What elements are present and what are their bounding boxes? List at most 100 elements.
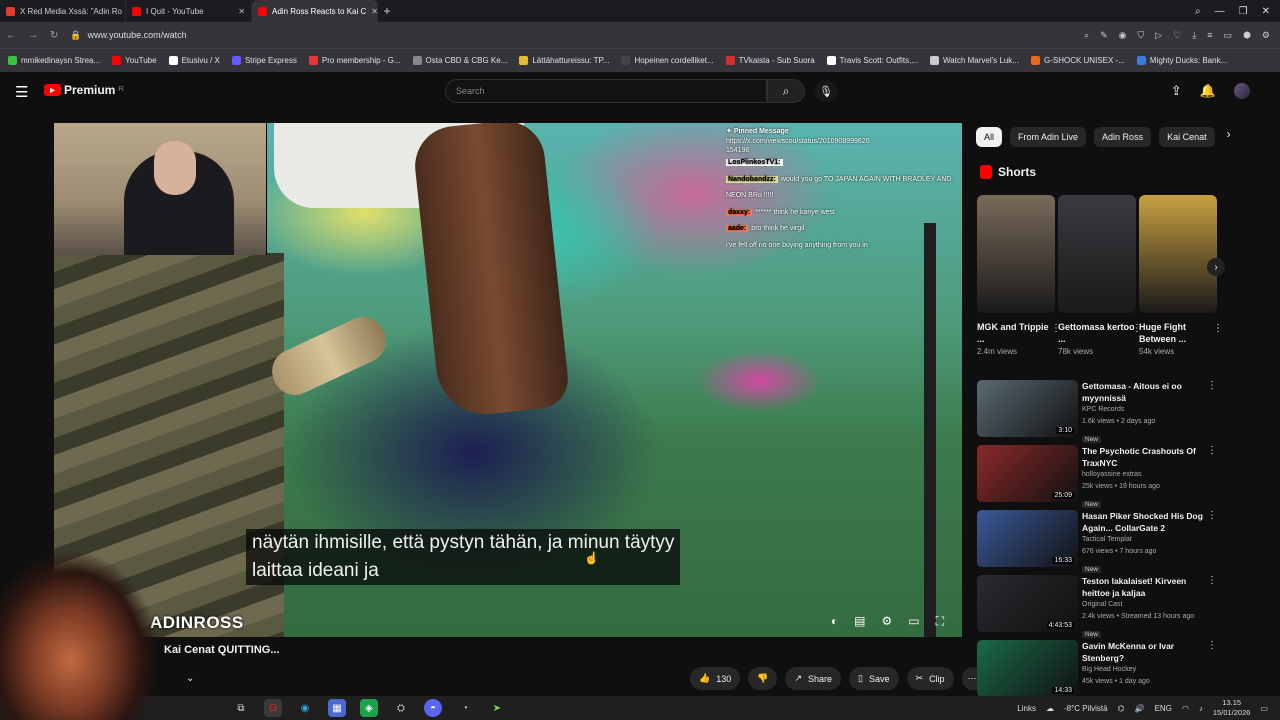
- captions-icon[interactable]: ▤: [854, 614, 865, 629]
- volume-icon[interactable]: 🔊: [1135, 704, 1145, 713]
- browser-tab[interactable]: X Red Media Xssä: "Adin Ro ✕: [0, 0, 126, 22]
- language-indicator[interactable]: ENG: [1155, 704, 1172, 713]
- avatar[interactable]: [1234, 83, 1250, 99]
- spotify-like-app-icon[interactable]: ◈: [360, 699, 378, 717]
- bookmark-item[interactable]: TVkaista - Sub Suora: [725, 56, 815, 65]
- url-field[interactable]: 🔒 www.youtube.com/watch: [70, 30, 1072, 41]
- recommendation-item[interactable]: 4:43:53 Teston lakalaiset! Kirveen heitto…: [977, 575, 1217, 638]
- bookmark-item[interactable]: Watch Marvel's Luk...: [930, 56, 1019, 65]
- recommendation-item[interactable]: 3:10 Gettomasa - Aitous ei oo myynnissä KP…: [977, 380, 1217, 443]
- minimize-icon[interactable]: —: [1215, 6, 1225, 17]
- recommendation-item[interactable]: 14:33 Gavin McKenna or Ivar Stenberg? Big …: [977, 640, 1217, 698]
- recommendation-item[interactable]: 16:33 Hasan Piker Shocked His Dog Again..…: [977, 510, 1217, 573]
- bookmark-item[interactable]: Travis Scott: Outfits,...: [826, 56, 918, 65]
- steam-icon[interactable]: ◔: [456, 699, 474, 717]
- channel-name[interactable]: holloyassine extras: [1082, 469, 1207, 481]
- weather-text[interactable]: -8°C Pilvistä: [1064, 704, 1108, 713]
- filter-chip[interactable]: Adin Ross: [1094, 127, 1152, 147]
- channel-name[interactable]: Original Cast: [1082, 599, 1207, 611]
- short-card[interactable]: MGK and Trippie ... 2.4m views ⋮: [977, 195, 1061, 356]
- menu-icon[interactable]: ≡: [1207, 30, 1212, 41]
- dislike-button[interactable]: 👎: [748, 667, 778, 690]
- bookmark-item[interactable]: Lättähattureissu: TP...: [519, 56, 609, 65]
- more-vert-icon[interactable]: ⋮: [1207, 510, 1217, 521]
- channel-name[interactable]: Tactical Templar: [1082, 534, 1207, 546]
- clock[interactable]: 13.15 15/01/2026: [1213, 698, 1251, 718]
- hamburger-menu-icon[interactable]: ☰: [15, 83, 28, 101]
- bookmark-item[interactable]: Osta CBD & CBG Ke...: [412, 56, 507, 65]
- notifications-icon[interactable]: ▭: [1260, 704, 1268, 713]
- bookmark-item[interactable]: YouTube: [112, 56, 157, 65]
- video-thumbnail[interactable]: 25:09: [977, 445, 1078, 502]
- filter-chip[interactable]: All: [976, 127, 1003, 147]
- upload-icon[interactable]: ⇪: [1171, 83, 1182, 99]
- bell-icon[interactable]: 🔔: [1200, 83, 1216, 99]
- video-title-link[interactable]: Hasan Piker Shocked His Dog Again... Col…: [1082, 510, 1207, 534]
- youtube-logo[interactable]: ▶ Premium FI: [44, 83, 124, 97]
- chevron-right-icon[interactable]: ›: [1227, 127, 1231, 147]
- short-thumbnail[interactable]: [1058, 195, 1136, 313]
- settings-gear-icon[interactable]: ⚙: [881, 614, 892, 629]
- bookmark-item[interactable]: Pro membership - G...: [308, 56, 401, 65]
- more-vert-icon[interactable]: ⋮: [1213, 323, 1223, 334]
- voice-search-button[interactable]: 🎙: [815, 80, 837, 102]
- settings-app-icon[interactable]: ⛭: [392, 699, 410, 717]
- task-view-icon[interactable]: ⧉: [232, 699, 250, 717]
- video-title-link[interactable]: Gavin McKenna or Ivar Stenberg?: [1082, 640, 1207, 664]
- office-icon[interactable]: ▦: [328, 699, 346, 717]
- extension-icon[interactable]: ⬢: [1243, 30, 1251, 41]
- wifi-icon[interactable]: ◠: [1182, 704, 1189, 713]
- share-button[interactable]: ↗ Share: [785, 667, 842, 690]
- links-label[interactable]: Links: [1017, 704, 1036, 713]
- bookmark-item[interactable]: Hopeinen cordelliket...: [621, 56, 714, 65]
- maximize-icon[interactable]: ❐: [1239, 6, 1248, 17]
- browser-tab[interactable]: I Quit - YouTube ✕: [126, 0, 252, 22]
- filter-chip[interactable]: Kai Cenat: [1159, 127, 1215, 147]
- search-button[interactable]: ⌕: [767, 79, 805, 103]
- clip-button[interactable]: ✂ Clip: [906, 667, 954, 690]
- discord-icon[interactable]: ◓: [424, 699, 442, 717]
- video-thumbnail[interactable]: 14:33: [977, 640, 1078, 697]
- edit-icon[interactable]: ✎: [1100, 30, 1108, 41]
- close-window-icon[interactable]: ✕: [1262, 6, 1270, 17]
- more-vert-icon[interactable]: ⋮: [1207, 640, 1217, 651]
- save-button[interactable]: ▯ Save: [849, 667, 899, 690]
- forward-icon[interactable]: →: [28, 30, 38, 41]
- search-input[interactable]: Search: [445, 79, 767, 103]
- play-icon[interactable]: ▷: [1155, 30, 1162, 41]
- battery-icon[interactable]: ▭: [1224, 30, 1233, 41]
- bookmark-item[interactable]: mmikedinaysn Strea...: [8, 56, 100, 65]
- bookmark-item[interactable]: Stripe Express: [231, 56, 297, 65]
- browser-tab-active[interactable]: Adin Ross Reacts to Kai C ✕: [252, 0, 378, 22]
- zoom-icon[interactable]: ⌕: [1084, 30, 1089, 41]
- video-thumbnail[interactable]: 3:10: [977, 380, 1078, 437]
- autoplay-toggle-icon[interactable]: ◐: [831, 614, 838, 629]
- channel-name[interactable]: KPC Records: [1082, 404, 1207, 416]
- like-button[interactable]: 👍 130: [690, 667, 741, 690]
- filter-chip[interactable]: From Adin Live: [1010, 127, 1087, 147]
- fullscreen-icon[interactable]: ⛶: [936, 614, 944, 629]
- camera-icon[interactable]: ◉: [1119, 30, 1127, 41]
- shield-icon[interactable]: ⛉: [1138, 30, 1145, 41]
- bookmark-item[interactable]: G-SHOCK UNISEX -...: [1030, 56, 1125, 65]
- reload-icon[interactable]: ↻: [50, 30, 58, 41]
- opera-browser-icon[interactable]: O: [264, 699, 282, 717]
- settings-icon[interactable]: ⚙: [1262, 30, 1270, 41]
- edge-browser-icon[interactable]: ◉: [296, 699, 314, 717]
- theater-mode-icon[interactable]: ▭: [908, 614, 919, 629]
- short-card[interactable]: Huge Fight Between ... 54k views ⋮: [1139, 195, 1223, 356]
- short-card[interactable]: Gettomasa kertoo ... 78k views ⋮: [1058, 195, 1142, 356]
- bookmark-item[interactable]: Mighty Ducks: Bank...: [1136, 56, 1227, 65]
- more-vert-icon[interactable]: ⋮: [1207, 575, 1217, 586]
- more-vert-icon[interactable]: ⋮: [1207, 445, 1217, 456]
- short-thumbnail[interactable]: [977, 195, 1055, 313]
- video-title-link[interactable]: Gettomasa - Aitous ei oo myynnissä: [1082, 380, 1207, 404]
- app-arrow-icon[interactable]: ➤: [488, 699, 506, 717]
- close-tab-icon[interactable]: ✕: [238, 7, 245, 16]
- search-tabs-icon[interactable]: ⌕: [1195, 6, 1201, 17]
- video-thumbnail[interactable]: 16:33: [977, 510, 1078, 567]
- heart-icon[interactable]: ♡: [1173, 30, 1181, 41]
- short-thumbnail[interactable]: [1139, 195, 1217, 313]
- more-vert-icon[interactable]: ⋮: [1207, 380, 1217, 391]
- channel-name[interactable]: Big Head Hockey: [1082, 664, 1207, 676]
